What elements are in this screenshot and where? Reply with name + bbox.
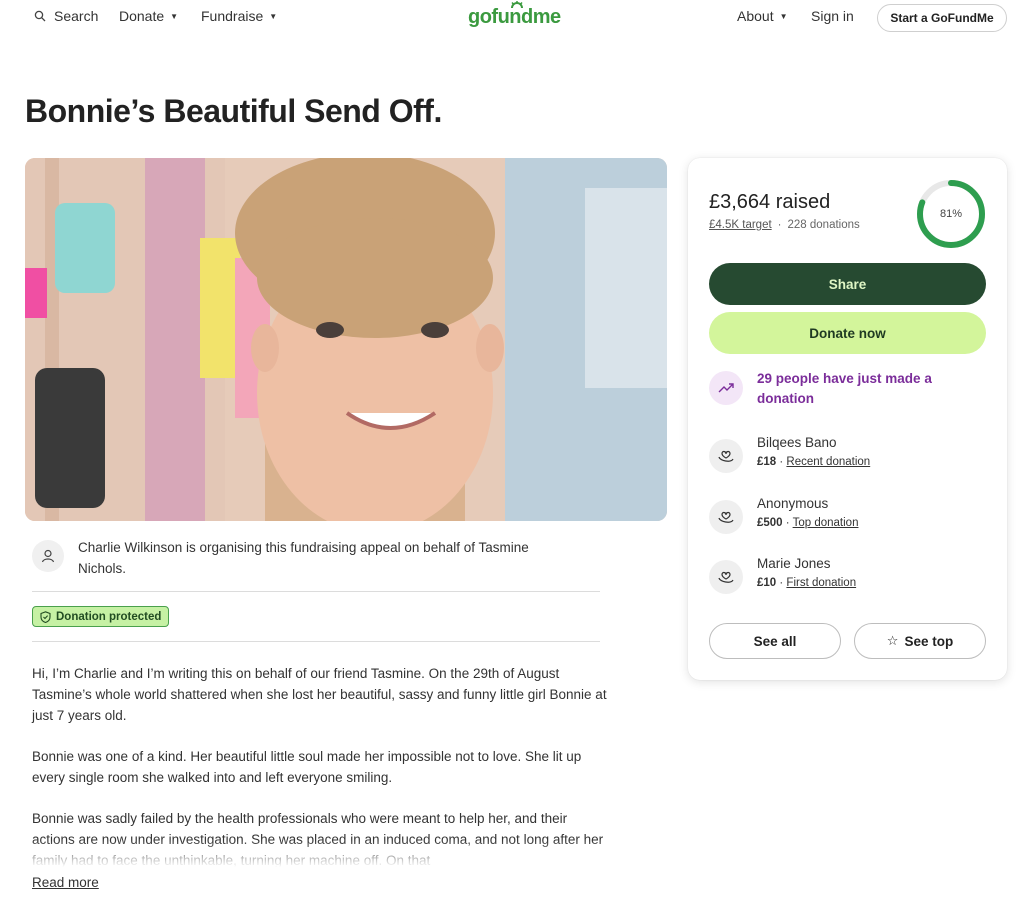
organiser-info: Charlie Wilkinson is organising this fun… xyxy=(32,537,602,579)
search-link[interactable]: Search xyxy=(34,8,98,24)
recent-activity: 29 people have just made a donation xyxy=(709,369,989,409)
protected-label: Donation protected xyxy=(56,610,162,623)
see-top-button[interactable]: ☆ See top xyxy=(854,623,986,659)
signin-link[interactable]: Sign in xyxy=(811,8,854,24)
donor-name: Bilqees Bano xyxy=(757,435,837,450)
heart-hand-icon xyxy=(709,560,743,594)
top-nav: Search Donate ▼ Fundraise ▼ gofundme Abo… xyxy=(0,0,1024,36)
donor-item: Marie Jones £10 · First donation xyxy=(709,554,989,594)
fundraise-menu-label: Fundraise xyxy=(201,8,264,24)
story-paragraph: Bonnie was one of a kind. Her beautiful … xyxy=(32,749,582,785)
page-title: Bonnie’s Beautiful Send Off. xyxy=(25,93,442,129)
activity-text: 29 people have just made a donation xyxy=(757,371,932,406)
search-icon xyxy=(34,10,46,22)
start-gofundme-button[interactable]: Start a GoFundMe xyxy=(877,4,1007,32)
donate-now-button[interactable]: Donate now xyxy=(709,312,986,354)
organiser-text: Charlie Wilkinson is organising this fun… xyxy=(78,540,529,576)
campaign-photo xyxy=(25,158,667,521)
target-info: £4.5K target · 228 donations xyxy=(709,219,860,231)
star-icon: ☆ xyxy=(886,633,899,648)
donate-menu-label: Donate xyxy=(119,8,165,24)
donor-tag[interactable]: Top donation xyxy=(793,517,859,529)
donor-item: Bilqees Bano £18 · Recent donation xyxy=(709,433,989,473)
heart-hand-icon xyxy=(709,500,743,534)
story-paragraph: Hi, I’m Charlie and I’m writing this on … xyxy=(32,666,607,723)
divider xyxy=(32,591,600,592)
progress-percent: 81% xyxy=(939,208,963,220)
read-more-link[interactable]: Read more xyxy=(32,875,99,890)
search-label: Search xyxy=(54,8,99,24)
target-link[interactable]: £4.5K target xyxy=(709,219,772,231)
donor-meta: £18 · Recent donation xyxy=(757,456,871,468)
amount-raised: £3,664 raised xyxy=(709,191,831,213)
donor-amount: £500 xyxy=(757,517,783,529)
donor-name: Anonymous xyxy=(757,496,829,511)
donor-tag[interactable]: First donation xyxy=(786,577,856,589)
heart-hand-icon xyxy=(709,439,743,473)
see-all-button[interactable]: See all xyxy=(709,623,841,659)
donor-amount: £18 xyxy=(757,456,777,468)
story-fade xyxy=(25,840,625,872)
donations-count: 228 donations xyxy=(787,219,860,231)
gofundme-logo[interactable]: gofundme xyxy=(468,6,561,29)
donor-item: Anonymous £500 · Top donation xyxy=(709,494,989,534)
about-menu[interactable]: About ▼ xyxy=(737,8,788,24)
fundraise-menu[interactable]: Fundraise ▼ xyxy=(201,8,277,24)
donor-meta: £500 · Top donation xyxy=(757,517,859,529)
donation-card: £3,664 raised £4.5K target · 228 donatio… xyxy=(688,158,1007,680)
see-top-label: See top xyxy=(904,633,954,649)
divider xyxy=(32,641,600,642)
donor-name: Marie Jones xyxy=(757,556,831,571)
user-icon xyxy=(32,540,64,572)
chevron-down-icon: ▼ xyxy=(779,11,788,21)
shield-icon xyxy=(40,610,51,623)
trending-up-icon xyxy=(709,371,743,405)
logo-sun-icon xyxy=(511,1,523,9)
donate-menu[interactable]: Donate ▼ xyxy=(119,8,178,24)
about-menu-label: About xyxy=(737,8,774,24)
chevron-down-icon: ▼ xyxy=(269,11,278,21)
share-button[interactable]: Share xyxy=(709,263,986,305)
donation-protected-badge[interactable]: Donation protected xyxy=(32,606,170,627)
donor-tag[interactable]: Recent donation xyxy=(786,456,870,468)
separator: · xyxy=(777,219,782,231)
donor-meta: £10 · First donation xyxy=(757,577,857,589)
donor-amount: £10 xyxy=(757,577,777,589)
chevron-down-icon: ▼ xyxy=(170,11,179,21)
